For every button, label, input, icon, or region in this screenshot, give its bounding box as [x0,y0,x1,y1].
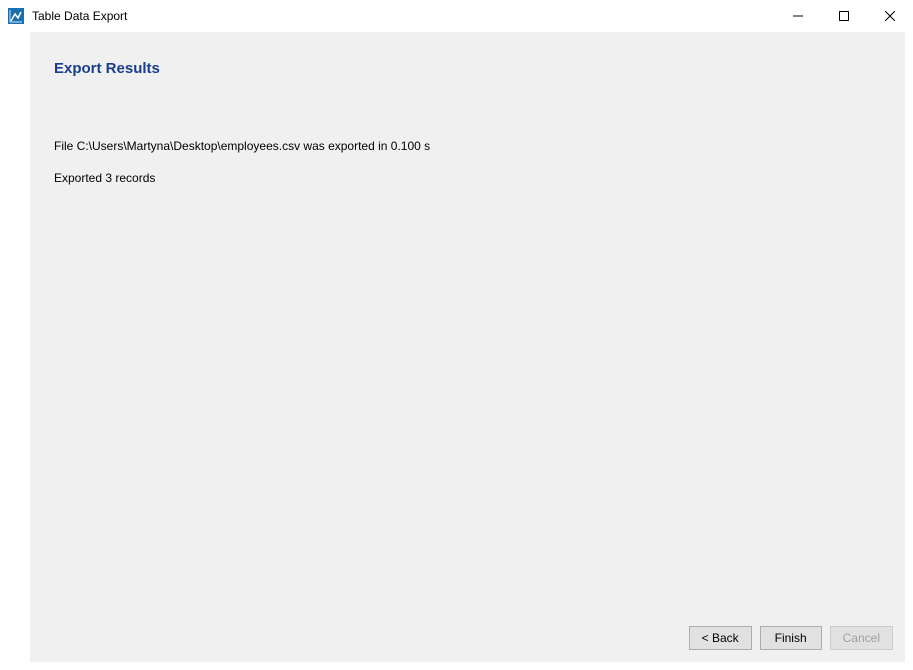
export-file-message: File C:\Users\Martyna\Desktop\employees.… [54,139,905,153]
button-row: < Back Finish Cancel [689,626,893,650]
back-button[interactable]: < Back [689,626,752,650]
maximize-icon [839,11,849,21]
minimize-icon [793,11,803,21]
minimize-button[interactable] [775,0,821,32]
finish-button[interactable]: Finish [760,626,822,650]
cancel-button: Cancel [830,626,893,650]
close-button[interactable] [867,0,913,32]
app-icon [8,8,24,24]
export-count-message: Exported 3 records [54,171,905,185]
maximize-button[interactable] [821,0,867,32]
window-title: Table Data Export [32,9,775,23]
titlebar: Table Data Export [0,0,913,32]
page-heading: Export Results [30,32,905,77]
content-area: Export Results File C:\Users\Martyna\Des… [30,32,905,662]
dialog-window: Table Data Export Export Results File C:… [0,0,913,670]
close-icon [885,11,895,21]
message-block: File C:\Users\Martyna\Desktop\employees.… [30,77,905,203]
window-controls [775,0,913,32]
